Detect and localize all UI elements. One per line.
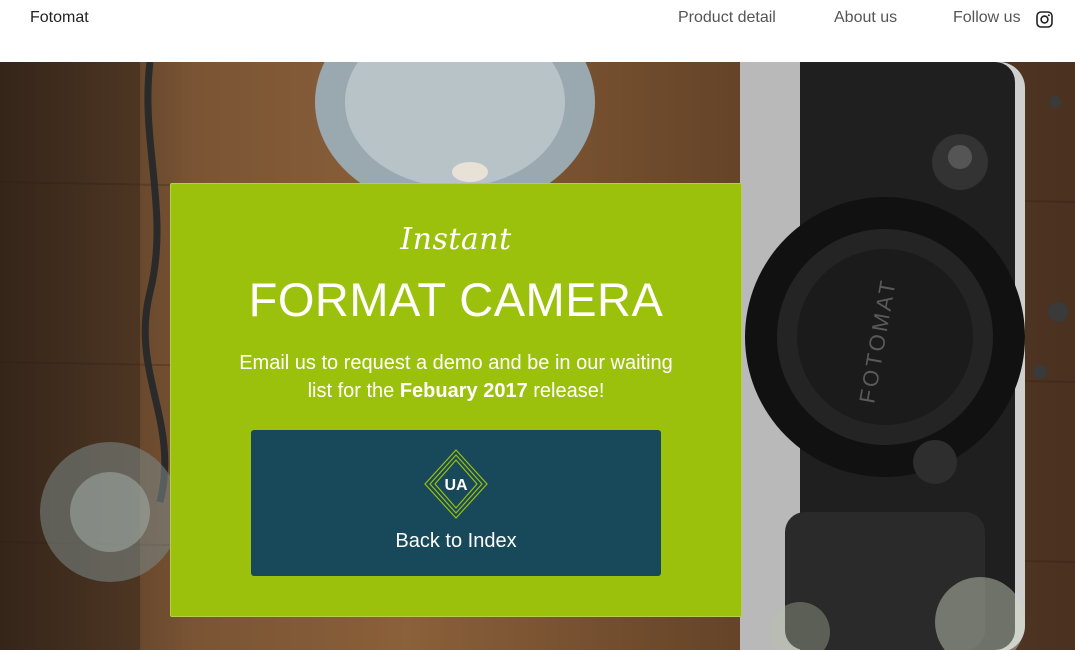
back-to-index-button[interactable]: UA Back to Index xyxy=(251,430,661,576)
ua-logo-icon: UA xyxy=(424,449,488,519)
brand-link[interactable]: Fotomat xyxy=(30,9,89,27)
instagram-icon[interactable] xyxy=(1036,11,1053,28)
card-body-text: Email us to request a demo and be in our… xyxy=(231,349,681,405)
card-body-highlight: Febuary 2017 xyxy=(399,380,528,402)
nav-follow-us[interactable]: Follow us xyxy=(953,9,1021,27)
nav-about-us[interactable]: About us xyxy=(834,9,897,27)
card-kicker: Instant xyxy=(400,222,512,257)
promo-card: Instant FORMAT CAMERA Email us to reques… xyxy=(170,183,742,617)
card-headline: FORMAT CAMERA xyxy=(248,273,664,326)
logo-text: UA xyxy=(444,477,468,494)
back-to-index-label: Back to Index xyxy=(395,530,517,552)
card-body-suffix: release! xyxy=(527,380,605,402)
nav-product-detail[interactable]: Product detail xyxy=(678,9,776,27)
navbar: Fotomat Product detail About us Follow u… xyxy=(0,0,1075,62)
